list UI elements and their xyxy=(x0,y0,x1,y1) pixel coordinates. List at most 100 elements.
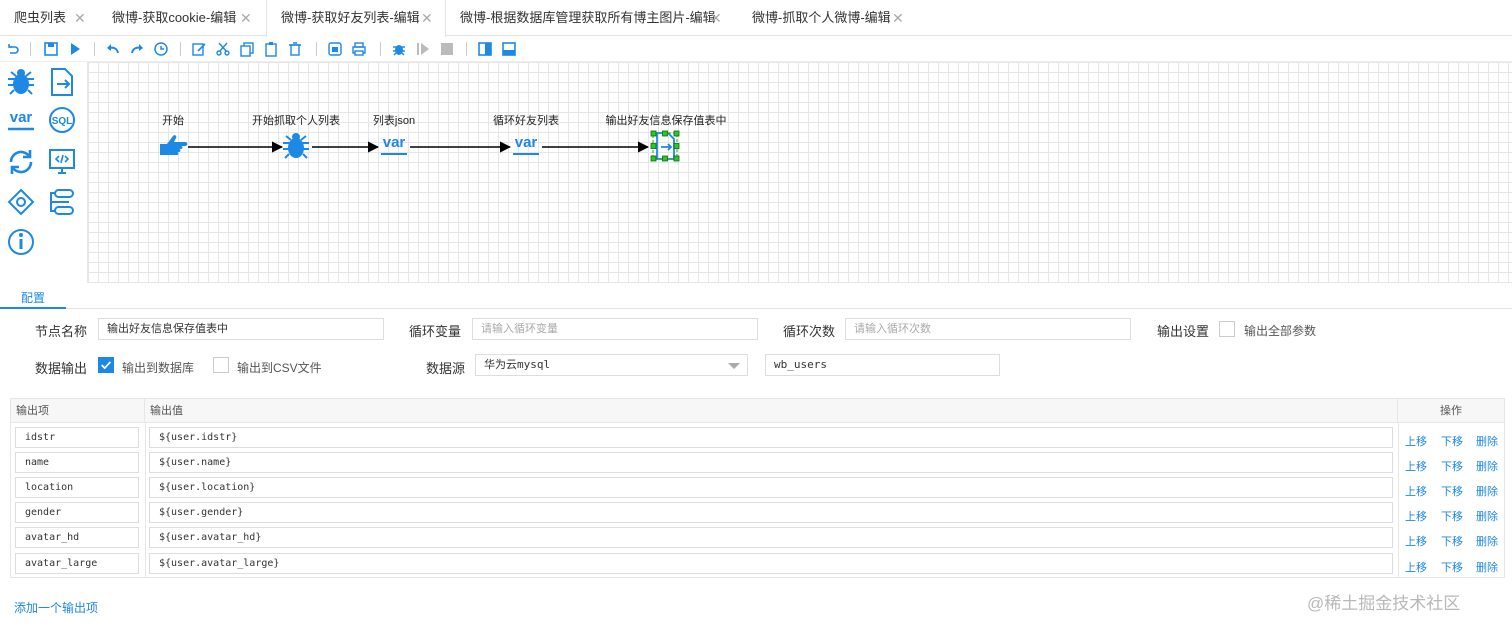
paste-icon[interactable] xyxy=(262,40,280,58)
save-icon[interactable] xyxy=(42,40,60,58)
tab-config[interactable]: 配置 xyxy=(0,283,66,309)
tab-get-friends[interactable]: 微博-获取好友列表-编辑 ✕ xyxy=(266,0,446,37)
output-value-input[interactable]: ${user.idstr} xyxy=(149,427,1393,448)
move-up-link[interactable]: 上移 xyxy=(1405,559,1427,575)
variable-icon: var xyxy=(513,134,539,155)
loop-count-input[interactable]: 请输入循环次数 xyxy=(845,318,1131,340)
condition-node-icon[interactable] xyxy=(5,186,37,218)
output-node[interactable] xyxy=(649,130,681,162)
move-down-link[interactable]: 下移 xyxy=(1441,433,1463,449)
pointing-hand-icon xyxy=(160,135,188,155)
add-output-item-link[interactable]: 添加一个输出项 xyxy=(14,599,98,616)
output-value-input[interactable]: ${user.avatar_hd} xyxy=(149,527,1393,548)
output-all-checkbox[interactable] xyxy=(1219,321,1235,337)
output-value-input[interactable]: ${user.location} xyxy=(149,477,1393,498)
loop-node-icon[interactable] xyxy=(5,146,37,178)
to-db-checkbox[interactable] xyxy=(98,357,114,373)
undo-icon[interactable] xyxy=(104,40,122,58)
step-icon[interactable] xyxy=(414,40,432,58)
column-header-value: 输出值 xyxy=(145,399,1398,423)
sql-node-icon[interactable]: SQL xyxy=(46,104,78,136)
process-node-icon[interactable] xyxy=(46,186,78,218)
variable-node-loop[interactable]: var xyxy=(511,131,541,161)
loop-var-input[interactable]: 请输入循环变量 xyxy=(472,318,758,340)
output-node-icon[interactable] xyxy=(46,66,78,98)
chevron-down-icon xyxy=(728,363,740,369)
move-up-link[interactable]: 上移 xyxy=(1405,483,1427,499)
print-icon[interactable] xyxy=(350,40,368,58)
close-icon[interactable]: ✕ xyxy=(892,0,904,36)
sql-text: SQL xyxy=(52,116,73,127)
to-db-label: 输出到数据库 xyxy=(122,361,195,375)
delete-link[interactable]: 删除 xyxy=(1476,433,1498,449)
output-table: 输出项 输出值 操作 idstr ${user.idstr} 上移 下移 删除 … xyxy=(10,398,1505,578)
start-node[interactable] xyxy=(157,130,189,162)
node-name-input[interactable]: 输出好友信息保存值表中 xyxy=(98,318,384,340)
move-up-link[interactable]: 上移 xyxy=(1405,458,1427,474)
spider-node-icon[interactable] xyxy=(5,66,37,98)
output-key-input[interactable]: avatar_hd xyxy=(15,527,139,548)
node-label-loop: 循环好友列表 xyxy=(493,115,559,127)
move-down-link[interactable]: 下移 xyxy=(1441,508,1463,524)
config-tab-strip: 配置 xyxy=(0,283,1512,309)
column-header-ops: 操作 xyxy=(1398,399,1504,423)
move-up-link[interactable]: 上移 xyxy=(1405,508,1427,524)
output-key-input[interactable]: location xyxy=(15,477,139,498)
delete-link[interactable]: 删除 xyxy=(1476,458,1498,474)
run-icon[interactable] xyxy=(66,40,84,58)
code-node-icon[interactable] xyxy=(46,146,78,178)
tab-label: 微博-抓取个人微博-编辑 xyxy=(752,10,891,25)
delete-link[interactable]: 删除 xyxy=(1476,533,1498,549)
check-icon xyxy=(101,361,112,370)
info-node-icon[interactable] xyxy=(5,226,37,258)
to-csv-label: 输出到CSV文件 xyxy=(237,361,322,375)
tab-spider-list[interactable]: 爬虫列表 ✕ xyxy=(0,0,98,36)
output-value-input[interactable]: ${user.name} xyxy=(149,452,1393,473)
move-up-link[interactable]: 上移 xyxy=(1405,433,1427,449)
debug-icon[interactable] xyxy=(390,40,408,58)
undo-history-icon[interactable] xyxy=(4,40,22,58)
output-key-input[interactable]: gender xyxy=(15,502,139,523)
delete-link[interactable]: 删除 xyxy=(1476,508,1498,524)
close-icon[interactable]: ✕ xyxy=(240,0,252,36)
stop-icon[interactable] xyxy=(438,40,456,58)
close-icon[interactable]: ✕ xyxy=(74,0,86,36)
delete-link[interactable]: 删除 xyxy=(1476,559,1498,575)
close-icon[interactable]: ✕ xyxy=(710,0,722,36)
copy-icon[interactable] xyxy=(238,40,256,58)
to-csv-checkbox[interactable] xyxy=(213,357,229,373)
move-down-link[interactable]: 下移 xyxy=(1441,458,1463,474)
toggle-side-panel-icon[interactable] xyxy=(476,40,494,58)
move-down-link[interactable]: 下移 xyxy=(1441,483,1463,499)
spider-node[interactable] xyxy=(281,131,311,161)
delete-icon[interactable] xyxy=(286,40,304,58)
close-icon[interactable]: ✕ xyxy=(421,0,433,36)
output-key-input[interactable]: avatar_large xyxy=(15,553,139,574)
tab-blogger-images[interactable]: 微博-根据数据库管理获取所有博主图片-编辑 ✕ xyxy=(446,0,738,36)
toggle-bottom-panel-icon[interactable] xyxy=(500,40,518,58)
edit-icon[interactable] xyxy=(190,40,208,58)
history-icon[interactable] xyxy=(152,40,170,58)
toolbar xyxy=(0,36,1512,62)
move-up-link[interactable]: 上移 xyxy=(1405,533,1427,549)
move-down-link[interactable]: 下移 xyxy=(1441,559,1463,575)
column-header-key: 输出项 xyxy=(11,399,145,423)
variable-node-json[interactable]: var xyxy=(379,131,409,161)
tab-get-cookie[interactable]: 微博-获取cookie-编辑 ✕ xyxy=(98,0,266,36)
flow-canvas[interactable]: 开始 开始抓取个人列表 列表json 循环好友列表 输出好友信息保存值表中 va… xyxy=(88,62,1512,283)
move-down-link[interactable]: 下移 xyxy=(1441,533,1463,549)
datasource-select[interactable]: 华为云mysql xyxy=(475,354,748,376)
tab-personal-weibo[interactable]: 微博-抓取个人微博-编辑 ✕ xyxy=(738,0,918,36)
output-value-input[interactable]: ${user.avatar_large} xyxy=(149,553,1393,574)
output-value-input[interactable]: ${user.gender} xyxy=(149,502,1393,523)
output-key-input[interactable]: idstr xyxy=(15,427,139,448)
cut-icon[interactable] xyxy=(214,40,232,58)
delete-link[interactable]: 删除 xyxy=(1476,483,1498,499)
output-key-input[interactable]: name xyxy=(15,452,139,473)
redo-icon[interactable] xyxy=(128,40,146,58)
variable-node-icon[interactable]: var xyxy=(5,104,37,136)
node-name-label: 节点名称 xyxy=(35,324,88,339)
export-image-icon[interactable] xyxy=(326,40,344,58)
table-name-input[interactable]: wb_users xyxy=(765,354,1000,376)
node-label-json: 列表json xyxy=(372,115,416,127)
